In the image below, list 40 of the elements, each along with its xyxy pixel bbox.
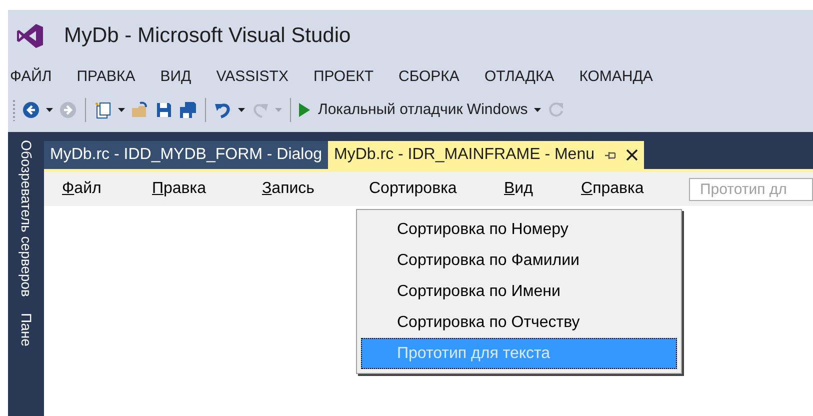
play-icon: [299, 103, 310, 117]
new-item-field[interactable]: Прототип дл: [689, 178, 813, 200]
menu-item[interactable]: Правка: [152, 177, 206, 201]
caret-icon[interactable]: [46, 108, 53, 112]
logo-icon: [16, 22, 44, 50]
side-panel-tab[interactable]: Пане: [16, 312, 36, 346]
pin-icon[interactable]: [604, 150, 616, 160]
open-folder-icon[interactable]: [131, 101, 149, 119]
dropdown-item[interactable]: Сортировка по Отчеству: [361, 307, 677, 338]
dropdown-item[interactable]: Сортировка по Фамилии: [361, 245, 677, 276]
save-all-icon[interactable]: [179, 101, 197, 119]
menu-item[interactable]: ПРОЕКТ: [313, 66, 374, 88]
menu-item[interactable]: Сортировка: [369, 177, 457, 201]
caret-icon[interactable]: [238, 108, 245, 112]
new-project-icon[interactable]: [94, 101, 112, 119]
caret-icon[interactable]: [118, 108, 125, 112]
menu-item[interactable]: VASSISTX: [216, 66, 288, 88]
menu-item[interactable]: СБОРКА: [398, 66, 460, 88]
dropdown-item[interactable]: Сортировка по Имени: [361, 276, 677, 307]
side-panel-tab[interactable]: Обозреватель серверов: [16, 140, 36, 297]
menu-item[interactable]: ОТЛАДКА: [484, 66, 554, 88]
back-icon[interactable]: [22, 101, 40, 119]
menu-item[interactable]: Файл: [62, 177, 102, 201]
caret-icon[interactable]: [534, 108, 541, 112]
menu-item[interactable]: ВИД: [160, 66, 192, 88]
close-icon[interactable]: [626, 149, 638, 161]
document-tab[interactable]: MyDb.rc - IDD_MYDB_FORM - Dialog: [44, 141, 328, 169]
menu-item[interactable]: ПРАВКА: [76, 66, 136, 88]
menu-item[interactable]: Запись: [262, 177, 315, 201]
undo-icon[interactable]: [214, 101, 232, 119]
document-tab[interactable]: MyDb.rc - IDR_MAINFRAME - Menu: [328, 141, 644, 169]
dropdown-item[interactable]: Сортировка по Номеру: [361, 214, 677, 245]
menu-item[interactable]: Вид: [504, 177, 533, 201]
menu-item[interactable]: Справка: [581, 177, 644, 201]
menu-item[interactable]: КОМАНДА: [579, 66, 653, 88]
toolbar-grip[interactable]: [12, 99, 16, 121]
window-title: MyDb - Microsoft Visual Studio: [64, 23, 351, 50]
menu-item[interactable]: ФАЙЛ: [10, 66, 52, 88]
start-debugging-button[interactable]: Локальный отладчик Windows: [299, 98, 528, 122]
save-icon[interactable]: [155, 101, 173, 119]
